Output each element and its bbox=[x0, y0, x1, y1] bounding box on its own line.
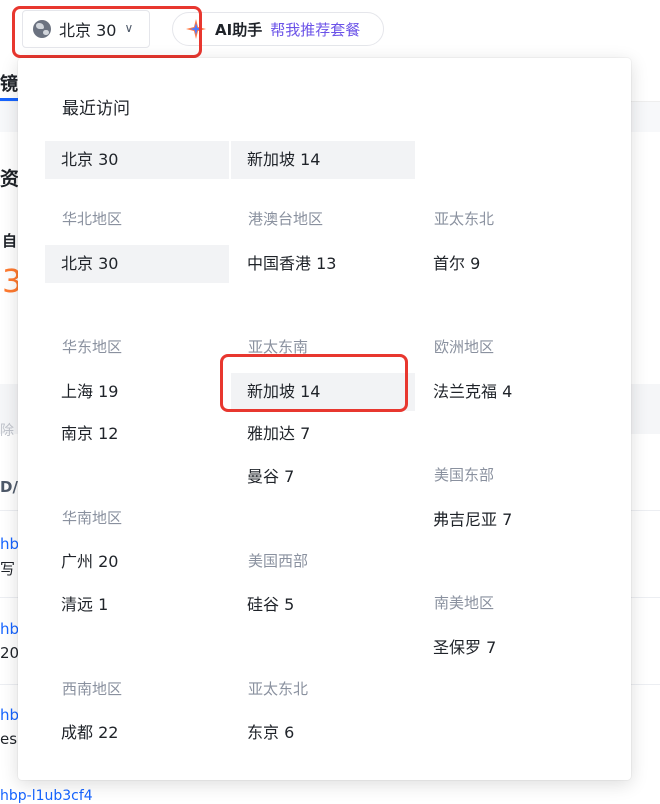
background-link[interactable]: hb bbox=[0, 706, 19, 724]
background-text: 写 bbox=[0, 560, 16, 578]
region-dropdown-panel: 最近访问 北京 30 新加坡 14 华北地区 北京 30 港澳台地区 中国香港 … bbox=[18, 58, 631, 780]
group-title-us-east: 美国东部 bbox=[434, 466, 495, 484]
group-title-north-china: 华北地区 bbox=[62, 210, 123, 228]
ai-assistant-button[interactable]: AI助手 帮我推荐套餐 bbox=[172, 12, 384, 46]
region-item-shanghai[interactable]: 上海 19 bbox=[45, 373, 229, 411]
region-item-beijing[interactable]: 北京 30 bbox=[45, 245, 229, 283]
group-title-southwest-china: 西南地区 bbox=[62, 680, 123, 698]
group-title-south-america: 南美地区 bbox=[434, 594, 495, 612]
recent-item-singapore[interactable]: 新加坡 14 bbox=[231, 141, 415, 179]
recent-visits-title: 最近访问 bbox=[62, 99, 130, 119]
region-item-qingyuan[interactable]: 清远 1 bbox=[45, 586, 229, 624]
region-item-singapore[interactable]: 新加坡 14 bbox=[231, 373, 415, 411]
top-bar: 北京 30 ∨ AI助手 帮我推荐套餐 bbox=[0, 0, 660, 60]
background-text: 自 bbox=[2, 232, 18, 250]
recent-item-beijing[interactable]: 北京 30 bbox=[45, 141, 229, 179]
region-item-seoul[interactable]: 首尔 9 bbox=[417, 245, 601, 283]
background-text: 20 bbox=[0, 644, 20, 662]
background-tab[interactable]: 镜 bbox=[0, 70, 18, 96]
region-item-bangkok[interactable]: 曼谷 7 bbox=[231, 458, 415, 496]
region-selector-label: 北京 30 bbox=[59, 21, 117, 40]
region-item-virginia[interactable]: 弗吉尼亚 7 bbox=[417, 501, 601, 539]
region-item-jakarta[interactable]: 雅加达 7 bbox=[231, 415, 415, 453]
group-title-asia-pacific-southeast: 亚太东南 bbox=[248, 338, 309, 356]
ai-sparkle-icon bbox=[186, 19, 206, 39]
group-title-us-west: 美国西部 bbox=[248, 552, 309, 570]
group-title-east-china: 华东地区 bbox=[62, 338, 123, 356]
background-link[interactable]: hb bbox=[0, 620, 19, 638]
background-text: es bbox=[0, 730, 18, 748]
chevron-down-icon: ∨ bbox=[124, 21, 134, 35]
background-text: 资 bbox=[0, 168, 20, 190]
ai-assistant-subtitle: 帮我推荐套餐 bbox=[270, 20, 361, 39]
background-text: 除 bbox=[0, 423, 14, 439]
region-item-sao-paulo[interactable]: 圣保罗 7 bbox=[417, 629, 601, 667]
region-item-nanjing[interactable]: 南京 12 bbox=[45, 415, 229, 453]
group-title-hk-macau-taiwan: 港澳台地区 bbox=[248, 210, 324, 228]
region-selector-button[interactable]: 北京 30 ∨ bbox=[22, 10, 150, 48]
group-title-south-china: 华南地区 bbox=[62, 509, 123, 527]
region-item-tokyo[interactable]: 东京 6 bbox=[231, 714, 415, 752]
group-title-asia-pacific-northeast-2: 亚太东北 bbox=[248, 680, 309, 698]
ai-assistant-title: AI助手 bbox=[215, 20, 263, 39]
region-item-guangzhou[interactable]: 广州 20 bbox=[45, 543, 229, 581]
region-item-silicon-valley[interactable]: 硅谷 5 bbox=[231, 586, 415, 624]
background-header-text: D/ bbox=[0, 478, 18, 496]
region-item-hongkong[interactable]: 中国香港 13 bbox=[231, 245, 415, 283]
region-item-chengdu[interactable]: 成都 22 bbox=[45, 714, 229, 752]
background-link[interactable]: hb bbox=[0, 535, 19, 553]
region-item-frankfurt[interactable]: 法兰克福 4 bbox=[417, 373, 601, 411]
globe-icon bbox=[33, 20, 51, 38]
group-title-asia-pacific-northeast: 亚太东北 bbox=[434, 210, 495, 228]
background-link[interactable]: hbp-l1ub3cf4 bbox=[0, 788, 93, 804]
group-title-europe: 欧洲地区 bbox=[434, 338, 495, 356]
